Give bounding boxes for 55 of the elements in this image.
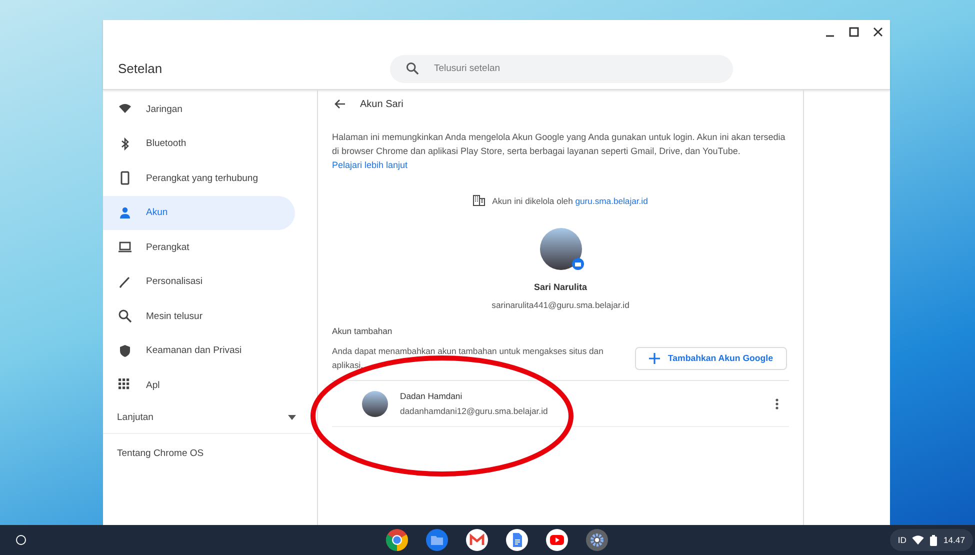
folder-icon[interactable] [425,528,449,552]
brush-icon [118,274,132,289]
wifi-icon [912,535,924,545]
domain-link[interactable]: guru.sma.belajar.id [575,196,648,206]
account-name: Dadan Hamdani [400,391,464,401]
person-icon [118,206,132,220]
account-avatar [362,390,388,416]
advanced-section-toggle[interactable]: Lanjutan [103,402,312,434]
add-account-button[interactable]: Tambahkan Akun Google [634,346,787,370]
sidebar-item[interactable]: Keamanan dan Privasi [103,334,295,368]
launcher-button[interactable] [16,535,26,545]
battery-icon [930,534,938,546]
account-email: dadanhamdani12@guru.sma.belajar.id [400,406,549,416]
page-title: Akun Sari [360,98,404,110]
about-chrome-os-link[interactable]: Tentang Chrome OS [103,434,317,472]
sidebar-item[interactable]: Personalisasi [103,264,295,299]
mail-icon[interactable] [465,528,489,552]
plus-icon [648,352,660,364]
maximize-icon[interactable] [849,27,859,37]
search-input[interactable]: Telusuri setelan [434,63,719,74]
sidebar-item[interactable]: Akun [103,196,295,230]
more-options-icon[interactable] [775,398,779,410]
managed-by-text: Akun ini dikelola oleh guru.sma.belajar.id [492,196,648,206]
page-description: Halaman ini memungkinkan Anda mengelola Akun Google yang Anda gunakan untuk login. Akun ini akan tersedia di browser Chrome dan aplikasi Play Store, serta berbagai layanan seperti Gmail, Drive, dan YouTube. Pelajari lebih lanjut [332,131,786,172]
sidebar-item[interactable]: Perangkat [103,230,295,264]
document-icon[interactable] [505,528,529,552]
account-email: sarinarulita441@guru.sma.belajar.id [492,300,630,310]
sidebar-item[interactable]: Bluetooth [103,126,295,161]
section-heading: Akun tambahan [332,326,394,336]
phone-icon [118,171,132,186]
dropdown-arrow-icon [288,415,296,420]
settings-icon[interactable] [585,528,609,552]
section-description: Anda dapat menambahkan akun tambahan untuk mengakses situs dan aplikasi. [332,345,604,372]
search-icon [406,62,419,75]
shield-icon [118,344,132,358]
sidebar-item[interactable]: Jaringan [103,92,295,126]
sidebar-item[interactable]: Perangkat yang terhubung [103,161,295,196]
profile-avatar [540,228,582,270]
status-tray[interactable]: ID 14.47 [890,529,973,551]
clock-time: 14.47 [943,535,965,545]
chrome-icon[interactable] [385,528,409,552]
sidebar-item[interactable]: Apl [103,368,295,402]
building-icon [473,195,486,206]
search-icon [118,309,132,324]
briefcase-badge-icon [572,258,584,270]
close-icon[interactable] [873,27,883,37]
language-indicator: ID [898,535,906,545]
laptop-icon [118,240,132,254]
play-icon[interactable] [545,528,569,552]
account-name: Sari Narulita [534,282,588,292]
back-arrow-icon[interactable] [334,99,346,109]
window-title: Setelan [117,61,164,76]
search-bar[interactable]: Telusuri setelan [390,54,733,82]
sidebar-item[interactable]: Mesin telusur [103,299,295,334]
learn-more-link[interactable]: Pelajari lebih lanjut [332,160,408,170]
